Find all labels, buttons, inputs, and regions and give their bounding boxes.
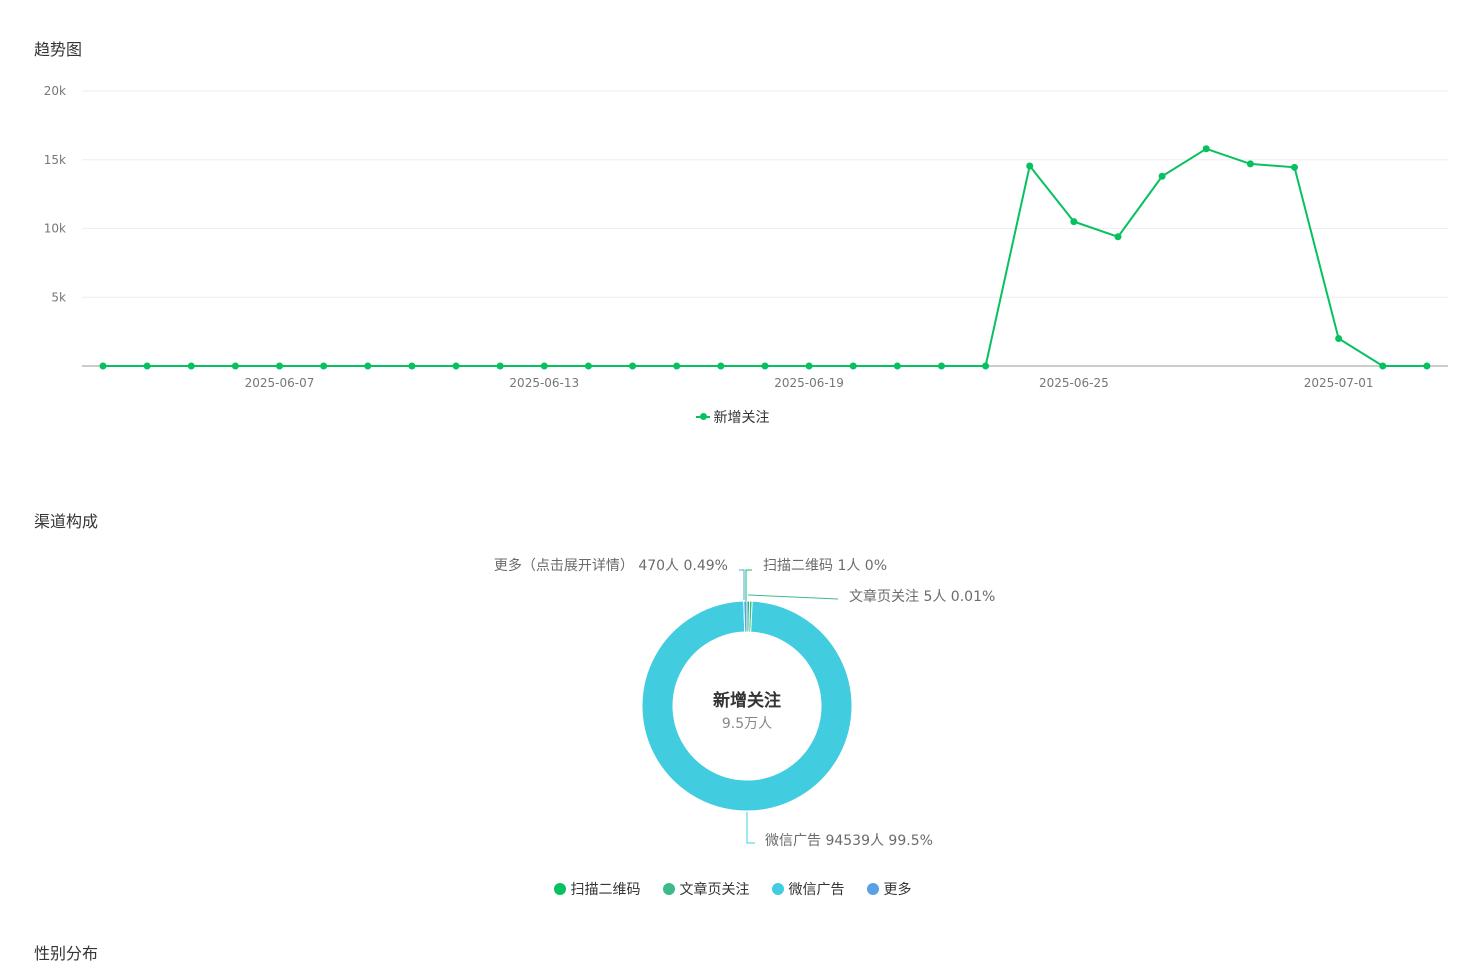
data-point[interactable] [1423, 362, 1431, 370]
legend-dot-icon [866, 883, 879, 895]
y-tick-label: 20k [44, 84, 66, 98]
slice-label[interactable]: 文章页关注 5人 0.01% [849, 588, 995, 605]
data-point[interactable] [99, 362, 107, 370]
next-section-title: 性别分布 [34, 944, 99, 963]
data-point[interactable] [452, 362, 460, 370]
data-point[interactable] [1202, 145, 1210, 153]
x-tick-label: 2025-07-01 [1304, 376, 1374, 390]
data-point[interactable] [1335, 335, 1343, 342]
data-point[interactable] [540, 362, 548, 370]
label-leader-line [745, 569, 752, 601]
data-point[interactable] [320, 362, 328, 370]
legend-label: 文章页关注 [679, 882, 750, 898]
legend-item-article-follow[interactable]: 文章页关注 [662, 879, 750, 899]
data-point[interactable] [1379, 362, 1387, 370]
data-point[interactable] [187, 362, 195, 370]
y-tick-label: 10k [44, 222, 66, 236]
data-point[interactable] [1026, 162, 1034, 170]
data-point[interactable] [1246, 160, 1254, 168]
data-point[interactable] [1114, 233, 1122, 241]
legend-label: 更多 [883, 882, 912, 898]
slice-label[interactable]: 微信广告 94539人 99.5% [765, 833, 933, 849]
donut-center-title: 新增关注 [713, 690, 781, 711]
legend-dot-icon [553, 883, 566, 895]
trend-series-points [99, 145, 1431, 370]
data-point[interactable] [805, 362, 813, 370]
legend-dot-icon [771, 883, 784, 895]
data-point[interactable] [1158, 172, 1166, 180]
data-point[interactable] [276, 362, 284, 370]
data-point[interactable] [717, 362, 725, 370]
x-tick-label: 2025-06-07 [245, 376, 315, 390]
trend-gridlines [82, 90, 1448, 367]
donut-label-leaders [739, 569, 839, 844]
legend-label: 新增关注 [713, 410, 770, 426]
trend-x-axis: 2025-06-07 2025-06-13 2025-06-19 2025-06-25… [245, 376, 1374, 390]
data-point[interactable] [584, 362, 592, 370]
legend-line-marker-icon [695, 411, 710, 423]
data-point[interactable] [408, 362, 416, 370]
data-point[interactable] [982, 362, 990, 370]
donut-slice[interactable] [746, 600, 751, 633]
data-point[interactable] [231, 362, 239, 370]
legend-dot-icon [662, 883, 675, 895]
data-point[interactable] [496, 362, 504, 370]
data-point[interactable] [673, 362, 681, 370]
data-point[interactable] [143, 362, 151, 370]
trend-line-chart: 5k10k15k20k 2025-06-07 2025-06-13 2025-06-… [44, 84, 1448, 390]
data-point[interactable] [893, 362, 901, 370]
data-point[interactable] [761, 362, 769, 370]
channel-legend: 扫描二维码 文章页关注 微信广告 更多 [0, 879, 1465, 899]
channel-section-title: 渠道构成 [34, 512, 99, 531]
data-point[interactable] [629, 362, 637, 370]
legend-label: 扫描二维码 [570, 882, 641, 898]
data-point[interactable] [849, 362, 857, 370]
trend-legend: 新增关注 [0, 407, 1465, 427]
y-tick-label: 15k [44, 153, 66, 167]
x-tick-label: 2025-06-19 [774, 376, 844, 390]
legend-item-wechat-ads[interactable]: 微信广告 [771, 879, 845, 899]
legend-label: 微信广告 [788, 882, 845, 898]
trend-y-axis: 5k 10k 15k 20k [44, 84, 66, 304]
donut-slice-labels: 扫描二维码 1人 0% 文章页关注 5人 0.01% 更多（点击展开详情） 470人… [494, 557, 995, 849]
y-tick-label: 5k [51, 290, 66, 304]
label-leader-line [739, 569, 745, 600]
slice-label[interactable]: 更多（点击展开详情） 470人 0.49% [494, 557, 728, 574]
trend-series-line [103, 147, 1427, 367]
donut-slice[interactable] [748, 600, 753, 633]
data-point[interactable] [1070, 218, 1078, 226]
legend-item-scan-qr[interactable]: 扫描二维码 [553, 879, 641, 899]
x-tick-label: 2025-06-13 [509, 376, 579, 390]
data-point[interactable] [364, 362, 372, 370]
donut-slice[interactable] [641, 600, 853, 812]
x-tick-label: 2025-06-25 [1039, 376, 1109, 390]
data-point[interactable] [1291, 163, 1299, 171]
donut-slice[interactable] [743, 600, 748, 633]
data-point[interactable] [937, 362, 945, 370]
donut-slices [641, 600, 853, 812]
legend-item-new-follow[interactable]: 新增关注 [695, 407, 770, 427]
donut-center-value: 9.5万人 [722, 716, 772, 732]
label-leader-line [746, 812, 755, 844]
slice-label[interactable]: 扫描二维码 1人 0% [763, 558, 887, 574]
label-leader-line [747, 594, 839, 600]
legend-item-more[interactable]: 更多 [866, 879, 912, 899]
